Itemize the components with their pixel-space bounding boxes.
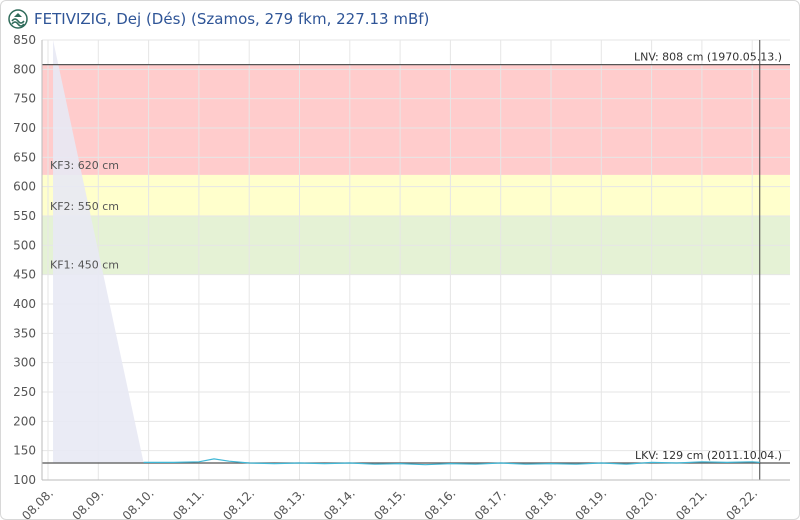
x-tick-label: 08.15. (371, 486, 408, 520)
y-tick-label: 800 (13, 62, 36, 76)
y-tick-label: 650 (13, 150, 36, 164)
y-tick-label: 200 (13, 414, 36, 428)
x-tick-label: 08.16. (422, 486, 459, 520)
y-tick-label: 850 (13, 33, 36, 47)
x-tick-label: 08.14. (321, 486, 358, 520)
x-tick-label: 08.19. (572, 486, 609, 520)
x-tick-label: 08.22. (723, 486, 760, 520)
y-tick-label: 150 (13, 444, 36, 458)
x-tick-label: 08.21. (673, 486, 710, 520)
x-tick-label: 08.13. (271, 486, 308, 520)
y-tick-label: 400 (13, 297, 36, 311)
x-tick-label: 08.10. (120, 486, 157, 520)
band-label-1: KF3: 620 cm (50, 159, 119, 172)
x-tick-label: 08.09. (69, 486, 106, 520)
y-tick-label: 500 (13, 238, 36, 252)
x-tick-label: 08.11. (170, 486, 207, 520)
x-tick-label: 08.17. (472, 486, 509, 520)
y-tick-label: 550 (13, 209, 36, 223)
y-tick-label: 700 (13, 121, 36, 135)
water-level-chart: KF3: 620 cmKF2: 550 cmKF1: 450 cmLNV: 80… (13, 33, 790, 520)
alert-band-1 (42, 64, 790, 175)
band-label-2: KF2: 550 cm (50, 200, 119, 213)
y-tick-label: 750 (13, 92, 36, 106)
y-tick-label: 100 (13, 473, 36, 487)
y-tick-label: 300 (13, 356, 36, 370)
x-tick-label: 08.08. (19, 486, 56, 520)
x-tick-label: 08.18. (522, 486, 559, 520)
y-tick-label: 350 (13, 326, 36, 340)
x-tick-label: 08.12. (220, 486, 257, 520)
x-tick-label: 08.20. (623, 486, 660, 520)
y-tick-label: 450 (13, 268, 36, 282)
y-tick-label: 600 (13, 180, 36, 194)
band-label-3: KF1: 450 cm (50, 259, 119, 272)
y-tick-label: 250 (13, 385, 36, 399)
alert-band-2 (42, 174, 790, 216)
